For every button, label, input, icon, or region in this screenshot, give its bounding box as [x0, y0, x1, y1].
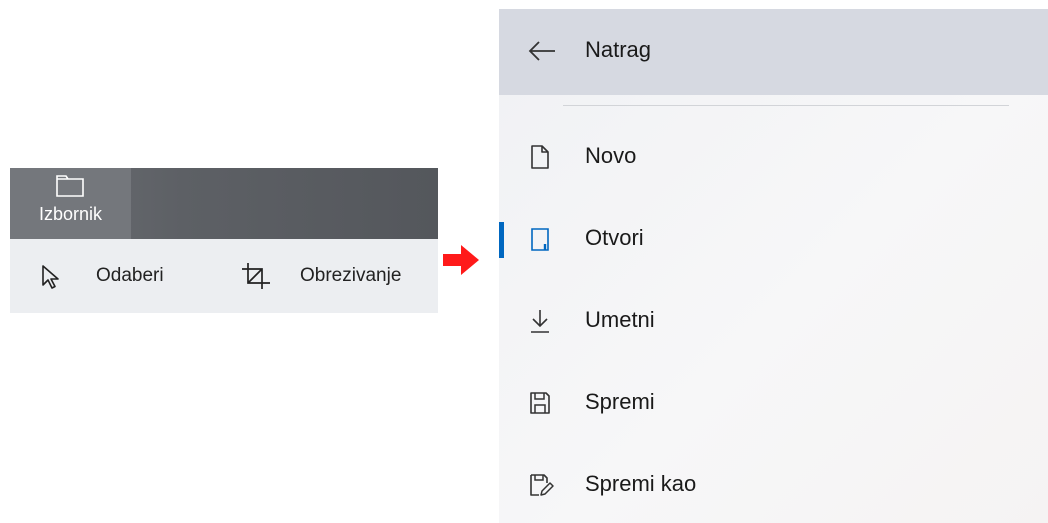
- crop-tool-button[interactable]: Obrezivanje: [240, 239, 401, 313]
- selection-indicator: [499, 222, 504, 258]
- crop-tool-label: Obrezivanje: [300, 265, 402, 286]
- select-tool-button[interactable]: Odaberi: [34, 239, 164, 313]
- menu-item-save[interactable]: Spremi: [499, 373, 1048, 433]
- folder-icon: [55, 172, 85, 203]
- menu-item-label: Novo: [585, 143, 637, 168]
- back-arrow-icon: [527, 40, 557, 67]
- toolbar-panel: Izbornik Odaberi Obrezivanje: [10, 168, 438, 313]
- crop-icon: [240, 261, 276, 291]
- right-arrow-icon: [441, 243, 481, 282]
- select-tool-label: Odaberi: [96, 265, 164, 286]
- cursor-arrow-icon: [34, 261, 78, 291]
- back-label: Natrag: [585, 37, 652, 62]
- menu-item-open[interactable]: Otvori: [499, 209, 1048, 269]
- open-file-icon: [527, 225, 553, 258]
- new-document-icon: [527, 143, 553, 176]
- menu-tab-label: Izbornik: [38, 204, 103, 224]
- menu-item-label: Umetni: [585, 307, 655, 332]
- menu-item-insert[interactable]: Umetni: [499, 291, 1048, 351]
- menu-item-label: Otvori: [585, 225, 644, 250]
- menu-item-save-as[interactable]: Spremi kao: [499, 455, 1048, 515]
- back-button[interactable]: Natrag: [499, 9, 1048, 95]
- menu-item-label: Spremi kao: [585, 471, 697, 496]
- save-icon: [527, 389, 553, 422]
- menu-tab[interactable]: Izbornik: [10, 168, 131, 239]
- file-menu: Natrag Novo Otvori Umetni Spremi Spremi …: [499, 9, 1048, 523]
- download-insert-icon: [527, 307, 553, 340]
- menu-item-new[interactable]: Novo: [499, 127, 1048, 187]
- tool-row: Odaberi Obrezivanje: [10, 239, 438, 313]
- save-as-icon: [527, 471, 555, 504]
- menu-item-label: Spremi: [585, 389, 655, 414]
- menu-divider: [563, 105, 1009, 106]
- ribbon-bar: Izbornik: [10, 168, 438, 239]
